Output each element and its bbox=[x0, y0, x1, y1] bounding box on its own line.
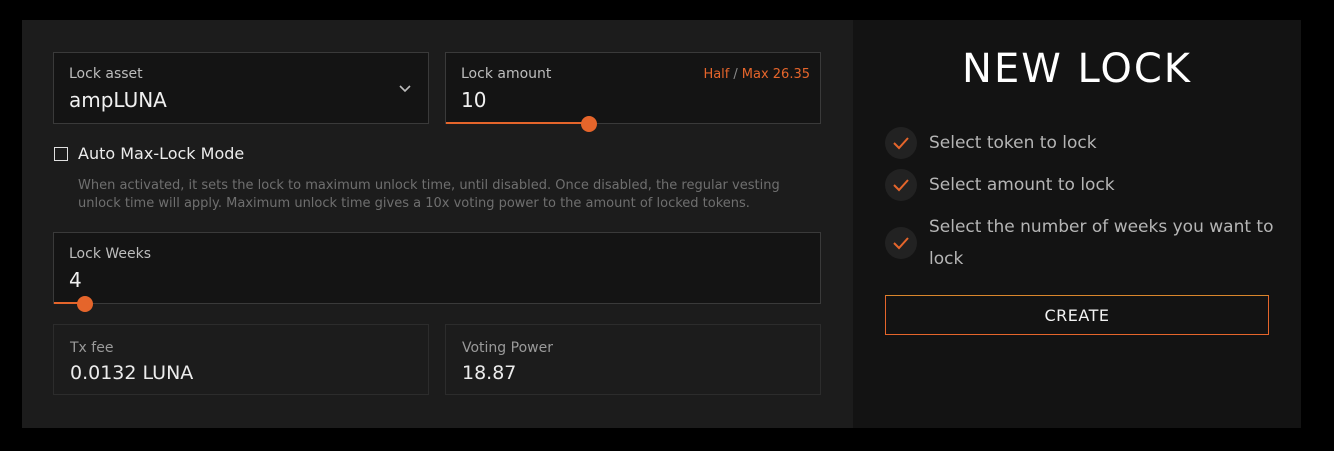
auto-max-lock-label: Auto Max-Lock Mode bbox=[78, 144, 245, 163]
step-select-amount: Select amount to lock bbox=[885, 169, 1279, 201]
max-link[interactable]: Max 26.35 bbox=[742, 67, 810, 82]
lock-asset-value: ampLUNA bbox=[69, 88, 167, 112]
auto-max-lock-checkbox[interactable] bbox=[54, 146, 68, 161]
chevron-down-icon[interactable] bbox=[398, 81, 412, 95]
auto-max-lock-row[interactable]: Auto Max-Lock Mode bbox=[54, 144, 244, 163]
tx-fee-card: Tx fee 0.0132 LUNA bbox=[53, 324, 429, 395]
half-link[interactable]: Half bbox=[703, 67, 729, 82]
lock-amount-label: Lock amount bbox=[461, 66, 552, 82]
lock-amount-slider-thumb[interactable] bbox=[581, 116, 597, 132]
create-button[interactable]: CREATE bbox=[885, 295, 1269, 335]
lock-amount-input[interactable]: 10 bbox=[461, 88, 486, 112]
step-label: Select the number of weeks you want to l… bbox=[929, 217, 1274, 269]
lock-amount-slider-fill bbox=[446, 122, 589, 124]
new-lock-summary: NEW LOCK Select token to lock Select amo… bbox=[853, 20, 1301, 428]
step-label: Select amount to lock bbox=[929, 175, 1115, 195]
half-max-links: Half / Max 26.35 bbox=[703, 67, 810, 82]
lock-amount-field[interactable]: Lock amount 10 Half / Max 26.35 bbox=[445, 52, 821, 132]
step-label: Select token to lock bbox=[929, 133, 1097, 153]
lock-asset-label: Lock asset bbox=[69, 66, 143, 82]
tx-fee-value: 0.0132 LUNA bbox=[70, 362, 194, 384]
check-icon bbox=[885, 127, 917, 159]
voting-power-card: Voting Power 18.87 bbox=[445, 324, 821, 395]
summary-title: NEW LOCK bbox=[962, 46, 1192, 92]
lock-asset-select[interactable]: Lock asset ampLUNA bbox=[53, 52, 429, 124]
voting-power-value: 18.87 bbox=[462, 362, 517, 384]
auto-max-lock-help: When activated, it sets the lock to maxi… bbox=[78, 178, 780, 211]
check-icon bbox=[885, 169, 917, 201]
check-icon bbox=[885, 227, 917, 259]
half-max-separator: / bbox=[733, 67, 738, 82]
lock-weeks-label: Lock Weeks bbox=[69, 246, 152, 262]
lock-form: Lock asset ampLUNA Lock amount 10 Half / M… bbox=[22, 20, 853, 428]
lock-weeks-slider-thumb[interactable] bbox=[77, 296, 93, 312]
lock-panel: Lock asset ampLUNA Lock amount 10 Half / M… bbox=[22, 20, 1301, 428]
step-select-weeks: Select the number of weeks you want to l… bbox=[885, 211, 1279, 275]
lock-weeks-input[interactable]: 4 bbox=[69, 268, 82, 292]
voting-power-label: Voting Power bbox=[462, 340, 553, 356]
lock-weeks-field[interactable]: Lock Weeks 4 bbox=[53, 232, 821, 312]
tx-fee-label: Tx fee bbox=[70, 340, 114, 356]
step-select-token: Select token to lock bbox=[885, 127, 1279, 159]
